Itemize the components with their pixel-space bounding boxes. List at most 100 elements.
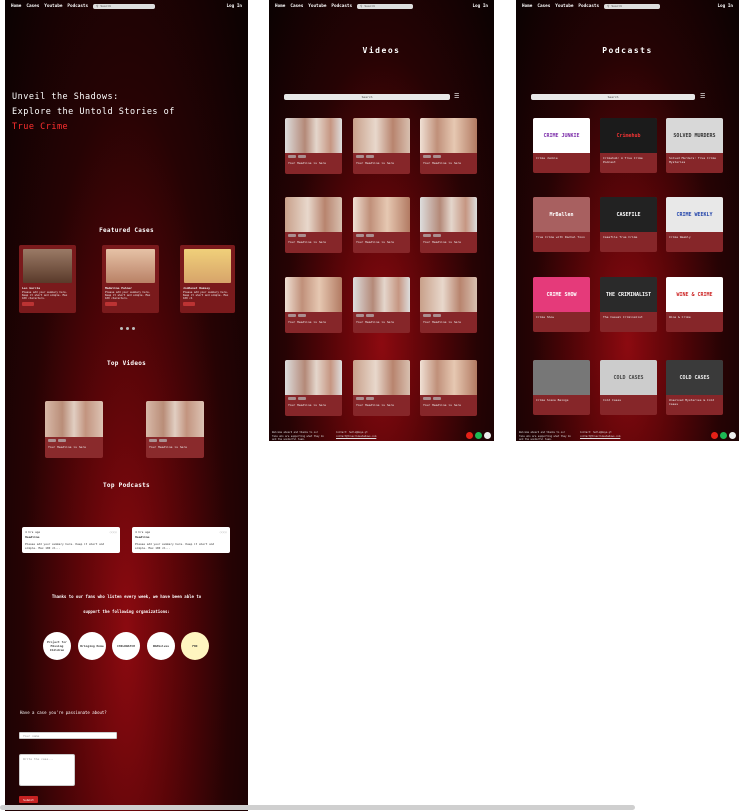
page-title: Podcasts <box>602 46 653 55</box>
podcast-card[interactable]: CASEFILE Casefile True Crime <box>600 197 657 252</box>
spotify-icon[interactable] <box>720 432 727 439</box>
video-thumbnail <box>420 360 477 395</box>
video-thumbnail <box>285 360 342 395</box>
podcast-card[interactable]: CRIME WEEKLY Crime Weekly <box>666 197 723 252</box>
horizontal-scrollbar[interactable] <box>0 805 635 810</box>
nav-podcasts[interactable]: Podcasts <box>67 4 88 9</box>
hero-title: Unveil the Shadows: Explore the Untold S… <box>12 90 175 135</box>
nav-podcasts[interactable]: Podcasts <box>578 4 599 9</box>
video-card[interactable]: Your Headline is here <box>420 277 477 333</box>
video-tags <box>420 312 477 319</box>
video-thumbnail <box>420 197 477 232</box>
org-logo[interactable]: Bringing Home <box>78 632 106 660</box>
case-card[interactable]: Madeline Palmer Please add your summary … <box>102 245 159 313</box>
org-logo[interactable]: DNASolves <box>147 632 175 660</box>
read-button[interactable] <box>22 302 34 306</box>
org-logo[interactable]: FBI <box>181 632 209 660</box>
login-link[interactable]: Log In <box>472 4 488 9</box>
podcast-card[interactable]: Crimehub Crimehub: A True Crime Podcast <box>600 118 657 173</box>
apple-podcasts-icon[interactable] <box>484 432 491 439</box>
video-card[interactable]: Your Headline is here <box>285 118 342 174</box>
podcast-card[interactable]: Crime Scene Beings <box>533 360 590 415</box>
case-message-input[interactable]: Write the case... <box>19 754 75 786</box>
podcast-card[interactable]: CRIME SHOW Crime Show <box>533 277 590 332</box>
podcast-card[interactable]: 4 hrs ago ○○○○ Headline Please add your … <box>132 527 230 553</box>
podcast-cover: CRIME SHOW <box>533 277 590 312</box>
video-card[interactable]: Your Headline is here <box>353 360 410 416</box>
footer-contact: Contact: hello@maya.yt contact@truecrime… <box>336 431 388 438</box>
podcast-card[interactable]: SOLVED MURDERS Solved Murders: True Crime… <box>666 118 723 173</box>
nav-youtube[interactable]: Youtube <box>308 4 326 9</box>
submit-button[interactable]: Submit <box>19 796 38 803</box>
nav-podcasts[interactable]: Podcasts <box>331 4 352 9</box>
top-videos-heading: Top Videos <box>106 360 147 367</box>
video-title: Your Headline is here <box>356 240 394 244</box>
video-card[interactable]: Your Headline is here <box>353 118 410 174</box>
video-card[interactable]: Your Headline is here <box>285 277 342 333</box>
video-card[interactable]: Your Headline is here <box>45 401 103 458</box>
social-links <box>711 432 736 439</box>
video-card[interactable]: Your Headline is here <box>146 401 204 458</box>
thanks-text: Thanks to our fans who listen every week… <box>25 589 228 619</box>
video-card[interactable]: Your Headline is here <box>353 277 410 333</box>
spotify-icon[interactable] <box>475 432 482 439</box>
podcast-card[interactable]: COLD CASES Cold Cases <box>600 360 657 415</box>
footer-contact-link[interactable]: contact@truecrimeshadows.com <box>336 435 388 439</box>
nav-home[interactable]: Home <box>275 4 285 9</box>
nav-youtube[interactable]: Youtube <box>555 4 573 9</box>
nav-home[interactable]: Home <box>11 4 21 9</box>
carousel-dots[interactable] <box>120 327 135 330</box>
footer-contact-link[interactable]: contact@truecrimeshadows.com <box>580 435 636 439</box>
case-card[interactable]: Leo Garcia Please add your summary here.… <box>19 245 76 313</box>
podcast-card[interactable]: CRIME JUNKIE Crime Junkie <box>533 118 590 173</box>
name-input[interactable]: Your name <box>19 732 117 739</box>
filter-icon[interactable]: ☰ <box>700 94 707 100</box>
podcast-summary: Please add your summary here. Keep it sh… <box>25 542 105 550</box>
video-card[interactable]: Your Headline is here <box>420 118 477 174</box>
podcast-card[interactable]: THE CRIMINALIST The Casual Criminalist <box>600 277 657 332</box>
podcast-card[interactable]: MrBallen True Crime with Rachel Yoon <box>533 197 590 252</box>
read-button[interactable] <box>105 302 117 306</box>
podcasts-page: Home Cases Youtube Podcasts ⚲ Search Log… <box>516 0 739 441</box>
podcast-cover: CRIME JUNKIE <box>533 118 590 153</box>
podcast-title: The Casual Criminalist <box>603 315 643 319</box>
apple-podcasts-icon[interactable] <box>729 432 736 439</box>
nav-home[interactable]: Home <box>522 4 532 9</box>
org-logo[interactable]: Project for Missing Children <box>43 632 71 660</box>
podcast-card[interactable]: WINE & CRIME Wine & Crime <box>666 277 723 332</box>
video-title: Your Headline is here <box>149 445 187 449</box>
top-nav: Home Cases Youtube Podcasts ⚲ Search Log… <box>5 0 248 12</box>
search-input[interactable]: ⚲ Search <box>357 3 414 9</box>
youtube-icon[interactable] <box>711 432 718 439</box>
video-card[interactable]: Your Headline is here <box>420 360 477 416</box>
video-search-input[interactable]: Search <box>284 94 450 100</box>
nav-cases[interactable]: Cases <box>290 4 303 9</box>
page-title: Videos <box>362 46 401 55</box>
nav-youtube[interactable]: Youtube <box>44 4 62 9</box>
podcast-search-input[interactable]: Search <box>531 94 695 100</box>
read-button[interactable] <box>183 302 195 306</box>
video-title: Your Headline is here <box>356 403 394 407</box>
search-input[interactable]: ⚲ Search <box>93 3 156 9</box>
video-tags <box>353 312 410 319</box>
case-card[interactable]: JonBenet Ramsey Please add your summary … <box>180 245 235 313</box>
video-card[interactable]: Your Headline is here <box>285 360 342 416</box>
search-icon: ⚲ <box>96 4 99 8</box>
video-tags <box>420 395 477 402</box>
search-input[interactable]: ⚲ Search <box>604 3 661 9</box>
org-logo[interactable]: CHILDWATCH <box>112 632 140 660</box>
youtube-icon[interactable] <box>466 432 473 439</box>
video-thumbnail <box>285 197 342 232</box>
video-card[interactable]: Your Headline is here <box>420 197 477 253</box>
filter-icon[interactable]: ☰ <box>454 94 461 100</box>
podcast-card[interactable]: COLD CASES Unsolved Mysteries & Cold Case… <box>666 360 723 415</box>
login-link[interactable]: Log In <box>717 4 733 9</box>
podcast-card[interactable]: 4 hrs ago ○○○○ Headline Please add your … <box>22 527 120 553</box>
video-title: Your Headline is here <box>288 161 326 165</box>
login-link[interactable]: Log In <box>226 4 242 9</box>
nav-cases[interactable]: Cases <box>537 4 550 9</box>
nav-cases[interactable]: Cases <box>26 4 39 9</box>
video-tags <box>285 232 342 239</box>
video-card[interactable]: Your Headline is here <box>285 197 342 253</box>
video-card[interactable]: Your Headline is here <box>353 197 410 253</box>
